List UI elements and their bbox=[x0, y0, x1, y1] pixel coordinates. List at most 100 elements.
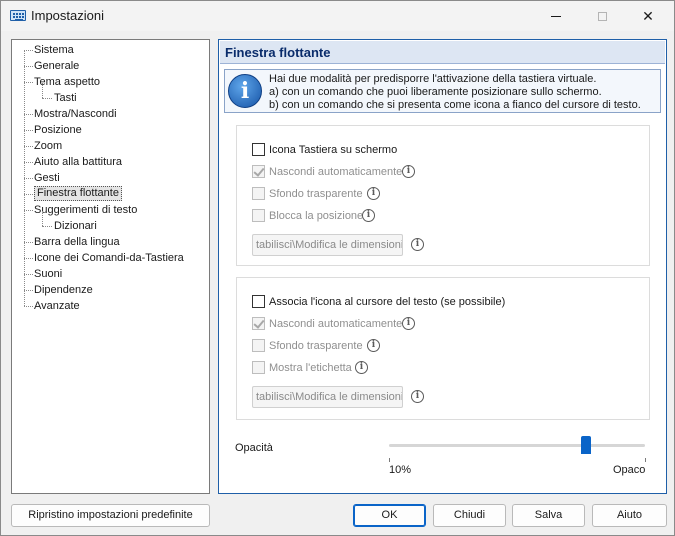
tree-item[interactable]: Barra della lingua bbox=[12, 235, 207, 249]
opacity-max-label: Opaco bbox=[613, 464, 646, 476]
tree-item-label: Tema aspetto bbox=[34, 76, 101, 88]
tree-connector-dots bbox=[24, 146, 33, 147]
checkbox-label: Nascondi automaticamente bbox=[269, 318, 403, 330]
floating-icon-group: Icona Tastiera su schermo Nascondi autom… bbox=[236, 125, 650, 266]
keyboard-icon bbox=[10, 10, 26, 21]
tree-item[interactable]: Tasti bbox=[12, 83, 207, 105]
tree-item-label: Barra della lingua bbox=[34, 236, 120, 248]
settings-panel: Finestra flottante i Hai due modalità pe… bbox=[218, 39, 667, 494]
checkbox-box[interactable] bbox=[252, 317, 265, 330]
checkbox-label: Nascondi automaticamente bbox=[269, 166, 403, 178]
tree-item-label: Icone dei Comandi-da-Tastiera bbox=[34, 252, 184, 264]
tree-item[interactable]: Finestra flottante bbox=[12, 186, 207, 201]
info-icon[interactable]: i bbox=[402, 317, 415, 330]
restore-defaults-button[interactable]: Ripristino impostazioni predefinite bbox=[11, 504, 210, 527]
tree-item[interactable]: Dipendenze bbox=[12, 283, 207, 297]
tree-item-label: Posizione bbox=[34, 124, 82, 136]
ok-button[interactable]: OK bbox=[353, 504, 426, 527]
save-button[interactable]: Salva bbox=[512, 504, 585, 527]
tree-connector-dots bbox=[24, 194, 33, 195]
checkbox-label: Mostra l'etichetta bbox=[269, 362, 352, 374]
tree-item-label: Dizionari bbox=[54, 220, 97, 232]
opacity-slider-thumb[interactable] bbox=[581, 436, 592, 454]
checkbox-label: Associa l'icona al cursore del testo (se… bbox=[269, 296, 506, 308]
info-icon[interactable]: i bbox=[402, 165, 415, 178]
info-icon[interactable]: i bbox=[355, 361, 368, 374]
tree-connector-dots bbox=[24, 178, 33, 179]
checkbox-box[interactable] bbox=[252, 361, 265, 374]
checkbox-box[interactable] bbox=[252, 187, 265, 200]
tree-item[interactable]: Dizionari bbox=[12, 211, 207, 233]
tree-connector-dots bbox=[24, 130, 33, 131]
checkbox-box[interactable] bbox=[252, 295, 265, 308]
resize-button[interactable]: tabilisci\Modifica le dimensioni... bbox=[252, 386, 403, 408]
settings-window: Impostazioni ✕ Sistema Generale Tema aspet… bbox=[0, 0, 675, 536]
tree-item-label: Avanzate bbox=[34, 300, 80, 312]
tree-item-label: Aiuto alla battitura bbox=[34, 156, 123, 168]
panel-header: Finestra flottante bbox=[220, 41, 665, 64]
settings-nav-tree[interactable]: Sistema Generale Tema aspetto Tasti Mostra/N… bbox=[11, 39, 210, 494]
info-icon: i bbox=[228, 74, 262, 108]
close-button[interactable]: Chiudi bbox=[433, 504, 506, 527]
tree-item[interactable]: Generale bbox=[12, 59, 207, 73]
info-icon[interactable]: i bbox=[367, 187, 380, 200]
tree-connector-dots bbox=[24, 242, 33, 243]
tree-item[interactable]: Gesti bbox=[12, 171, 207, 185]
cursor-icon-group: Associa l'icona al cursore del testo (se… bbox=[236, 277, 650, 420]
tree-item-label: Zoom bbox=[34, 140, 63, 152]
checkbox-label: Sfondo trasparente bbox=[269, 340, 363, 352]
info-text-line: Hai due modalità per predisporre l'attiv… bbox=[269, 73, 597, 85]
help-button[interactable]: Aiuto bbox=[592, 504, 667, 527]
tree-connector-dots bbox=[24, 274, 33, 275]
tree-connector-line bbox=[42, 211, 43, 226]
checkbox-label: Icona Tastiera su schermo bbox=[269, 144, 398, 156]
opacity-slider-track[interactable] bbox=[389, 444, 645, 447]
tree-connector-dots bbox=[42, 98, 52, 99]
maximize-icon bbox=[597, 11, 607, 21]
tree-connector-dots bbox=[42, 226, 52, 227]
slider-tick bbox=[389, 458, 390, 462]
tree-item-label: Suoni bbox=[34, 268, 63, 280]
tree-connector-dots bbox=[24, 114, 33, 115]
checkbox-box[interactable] bbox=[252, 339, 265, 352]
tree-item[interactable]: Aiuto alla battitura bbox=[12, 155, 207, 169]
tree-item[interactable]: Sistema bbox=[12, 43, 207, 57]
info-icon[interactable]: i bbox=[367, 339, 380, 352]
tree-item[interactable]: Avanzate bbox=[12, 299, 207, 313]
opacity-min-label: 10% bbox=[389, 464, 412, 476]
resize-button[interactable]: tabilisci\Modifica le dimensioni... bbox=[252, 234, 403, 256]
title-bar[interactable]: Impostazioni ✕ bbox=[1, 1, 674, 31]
tree-connector-dots bbox=[24, 258, 33, 259]
tree-connector-line bbox=[42, 83, 43, 98]
checkbox-box[interactable] bbox=[252, 165, 265, 178]
tree-item-label: Gesti bbox=[34, 172, 60, 184]
info-icon[interactable]: i bbox=[362, 209, 375, 222]
page-title: Finestra flottante bbox=[225, 45, 331, 60]
tree-item-label: Sistema bbox=[34, 44, 74, 56]
info-box: i Hai due modalità per predisporre l'att… bbox=[224, 69, 661, 113]
minimize-button[interactable] bbox=[533, 1, 579, 31]
tree-item[interactable]: Posizione bbox=[12, 123, 207, 137]
tree-item-label: Dipendenze bbox=[34, 284, 93, 296]
tree-connector-dots bbox=[24, 50, 33, 51]
tree-item[interactable]: Mostra/Nascondi bbox=[12, 107, 207, 121]
tree-item-label: Generale bbox=[34, 60, 80, 72]
tree-connector-dots bbox=[24, 306, 33, 307]
checkbox-label: Blocca la posizione bbox=[269, 210, 364, 222]
tree-item[interactable]: Icone dei Comandi-da-Tastiera bbox=[12, 251, 207, 265]
opacity-label: Opacità bbox=[235, 442, 273, 454]
info-icon[interactable]: i bbox=[411, 238, 424, 251]
maximize-button[interactable] bbox=[579, 1, 625, 31]
close-window-button[interactable]: ✕ bbox=[625, 1, 671, 31]
tree-item[interactable]: Zoom bbox=[12, 139, 207, 153]
tree-item-label: Mostra/Nascondi bbox=[34, 108, 117, 120]
checkbox-label: Sfondo trasparente bbox=[269, 188, 363, 200]
slider-tick bbox=[645, 458, 646, 462]
tree-item[interactable]: Suoni bbox=[12, 267, 207, 281]
info-icon[interactable]: i bbox=[411, 390, 424, 403]
tree-item-label: Finestra flottante bbox=[34, 186, 122, 201]
minimize-icon bbox=[551, 15, 561, 17]
checkbox-box[interactable] bbox=[252, 143, 265, 156]
checkbox-box[interactable] bbox=[252, 209, 265, 222]
tree-connector-dots bbox=[24, 82, 33, 83]
